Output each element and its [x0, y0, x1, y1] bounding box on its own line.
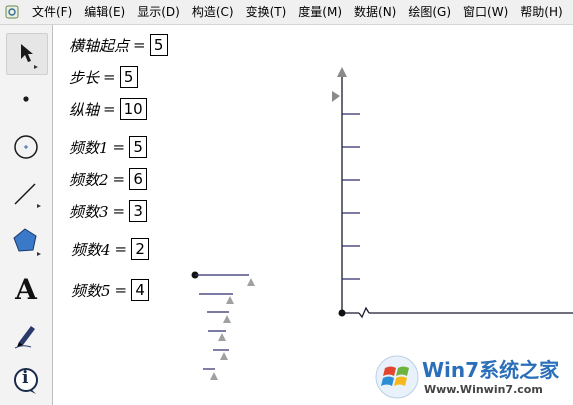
menu-help[interactable]: 帮助(H) [514, 0, 568, 24]
point-tool[interactable] [6, 79, 46, 119]
polygon-icon [13, 228, 41, 256]
menu-window[interactable]: 窗口(W) [457, 0, 514, 24]
x-axis-break [358, 306, 370, 319]
arrow-select-icon [21, 44, 38, 69]
menu-construct[interactable]: 构造(C) [186, 0, 240, 24]
y-axis-scale-handle[interactable] [332, 91, 340, 102]
slider-1-handle[interactable] [247, 278, 255, 286]
app-icon[interactable] [4, 4, 20, 20]
slider-4-handle[interactable] [218, 333, 226, 341]
menu-bar: 文件(F) 编辑(E) 显示(D) 构造(C) 变换(T) 度量(M) 数据(N… [0, 0, 573, 25]
compass-tool[interactable] [6, 127, 46, 167]
menu-file[interactable]: 文件(F) [26, 0, 78, 24]
slider-6-handle[interactable] [210, 372, 218, 380]
axis-origin-point[interactable] [338, 309, 346, 317]
windows-logo-icon [375, 355, 419, 399]
toolbox: A i [0, 25, 53, 405]
coordinate-axes [332, 67, 573, 319]
point-icon [23, 96, 29, 102]
menu-measure[interactable]: 度量(M) [292, 0, 348, 24]
watermark-url: Www.Winwin7.com [424, 383, 543, 396]
menu-data[interactable]: 数据(N) [348, 0, 402, 24]
line-tool[interactable] [6, 173, 46, 213]
slider-2-handle[interactable] [226, 296, 234, 304]
compass-icon [14, 135, 38, 159]
menu-transform[interactable]: 变换(T) [240, 0, 293, 24]
info-letter: i [22, 368, 29, 388]
info-tool[interactable]: i [6, 361, 46, 401]
text-tool[interactable]: A [6, 269, 46, 309]
arrow-select-tool[interactable] [6, 33, 48, 75]
line-icon [14, 183, 41, 208]
y-axis-arrow[interactable] [337, 67, 347, 77]
construction-drawing [191, 67, 573, 381]
marker-icon [14, 326, 35, 349]
slider-3-handle[interactable] [223, 315, 231, 323]
menu-display[interactable]: 显示(D) [131, 0, 186, 24]
menu-edit[interactable]: 编辑(E) [78, 0, 131, 24]
slider-5-handle[interactable] [220, 352, 228, 360]
sketch-canvas[interactable]: 横轴起点 = 5 步长 = 5 纵轴 = 10 频数1 = 5 频数2 = 6 … [53, 25, 573, 405]
watermark-title: Win7系统之家 [422, 358, 560, 382]
menu-graph[interactable]: 绘图(G) [402, 0, 457, 24]
marker-tool[interactable] [6, 315, 46, 355]
watermark: Win7系统之家 Www.Winwin7.com [372, 352, 570, 404]
polygon-tool[interactable] [6, 221, 46, 261]
text-icon: A [15, 272, 37, 306]
slider-group[interactable] [191, 271, 256, 381]
